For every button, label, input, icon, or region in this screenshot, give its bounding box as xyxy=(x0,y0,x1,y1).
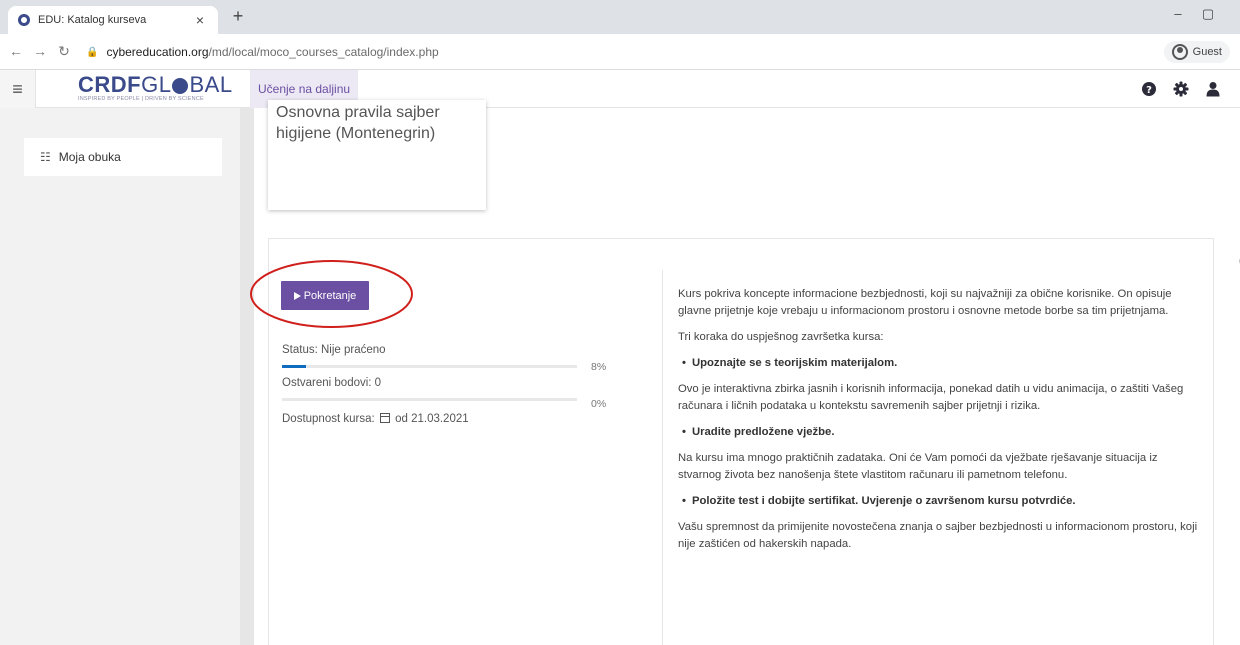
logo-text-light: GL xyxy=(141,72,172,97)
site-favicon-icon xyxy=(18,14,30,26)
reload-icon[interactable]: ↻ xyxy=(54,43,74,60)
sidebar-item-label: Moja obuka xyxy=(58,150,121,164)
availability-row: Dostupnost kursa: od 21.03.2021 xyxy=(282,413,469,425)
logo-globe-icon xyxy=(172,78,189,94)
lock-icon: 🔒 xyxy=(86,46,99,58)
description-steps-heading: Tri koraka do uspješnog završetka kursa: xyxy=(678,331,884,343)
enroll-icon: ☷ xyxy=(40,150,51,164)
status-label: Status: Nije praćeno xyxy=(282,344,386,356)
step-3-title: Položite test i dobijte sertifikat. Uvje… xyxy=(678,493,1198,510)
user-icon[interactable] xyxy=(1205,81,1221,97)
course-description: Kurs pokriva koncepte informacione bezbj… xyxy=(678,286,1198,562)
browser-tab-bar: EDU: Katalog kurseva × + – ▢ xyxy=(0,0,1240,34)
address-bar: ← → ↻ 🔒 cybereducation.org/md/local/moco… xyxy=(0,34,1240,70)
menu-hamburger-icon[interactable]: ≡ xyxy=(0,70,36,108)
step-2-title: Uradite predložene vježbe. xyxy=(678,424,1198,441)
status-percent: 8% xyxy=(591,361,607,373)
points-percent: 0% xyxy=(591,398,607,410)
step-1-text: Ovo je interaktivna zbirka jasnih i kori… xyxy=(678,383,1184,412)
status-progress-bar xyxy=(282,365,577,368)
url-host: cybereducation.org xyxy=(106,45,209,59)
step-3-text: Vašu spremnost da primijenite novostečen… xyxy=(678,521,1198,550)
column-divider xyxy=(662,270,663,645)
help-icon[interactable]: ? xyxy=(1141,81,1157,97)
logo-text-bold: CRDF xyxy=(78,72,142,97)
gear-icon[interactable] xyxy=(1173,81,1189,97)
guest-profile-button[interactable]: Guest xyxy=(1163,41,1230,63)
crdf-global-logo[interactable]: CRDFGL BAL INSPIRED BY PEOPLE | DRIVEN BY… xyxy=(78,72,233,103)
left-drawer: ☷ Moja obuka xyxy=(0,108,240,645)
new-tab-button[interactable]: + xyxy=(226,6,250,27)
status-progress-fill xyxy=(282,365,306,368)
course-title: Osnovna pravila sajber higijene (Montene… xyxy=(276,104,440,142)
back-arrow-icon[interactable]: ← xyxy=(6,43,26,59)
logo-text-end: BAL xyxy=(189,72,233,97)
guest-label: Guest xyxy=(1192,46,1222,58)
url-field[interactable]: 🔒 cybereducation.org/md/local/moco_cours… xyxy=(86,45,439,59)
points-label: Ostvareni bodovi: 0 xyxy=(282,377,382,389)
step-2-text: Na kursu ima mnogo praktičnih zadataka. … xyxy=(678,452,1158,481)
svg-text:?: ? xyxy=(1146,85,1152,96)
tab-title: EDU: Katalog kurseva xyxy=(38,14,147,26)
description-intro: Kurs pokriva koncepte informacione bezbj… xyxy=(678,288,1172,317)
highlight-circle-annotation xyxy=(250,260,413,328)
profile-avatar-icon xyxy=(1171,44,1188,60)
calendar-icon xyxy=(379,413,390,423)
minimize-button[interactable]: – xyxy=(1166,6,1190,21)
step-1-title: Upoznajte se s teorijskim materijalom. xyxy=(678,355,1198,372)
forward-arrow-icon[interactable]: → xyxy=(30,43,50,59)
points-progress-bar xyxy=(282,398,577,401)
drawer-gutter xyxy=(240,108,254,645)
url-path: /md/local/moco_courses_catalog/index.php xyxy=(208,45,439,59)
browser-tab[interactable]: EDU: Katalog kurseva × xyxy=(8,6,218,34)
tab-close-icon[interactable]: × xyxy=(192,12,208,28)
availability-label: Dostupnost kursa: xyxy=(282,413,375,425)
site-header: ≡ CRDFGL BAL INSPIRED BY PEOPLE | DRIVEN … xyxy=(0,70,1240,108)
availability-date: od 21.03.2021 xyxy=(395,413,469,425)
maximize-button[interactable]: ▢ xyxy=(1196,6,1220,22)
course-card[interactable]: Osnovna pravila sajber higijene (Montene… xyxy=(268,100,486,210)
sidebar-item-my-training[interactable]: ☷ Moja obuka xyxy=(24,138,222,176)
